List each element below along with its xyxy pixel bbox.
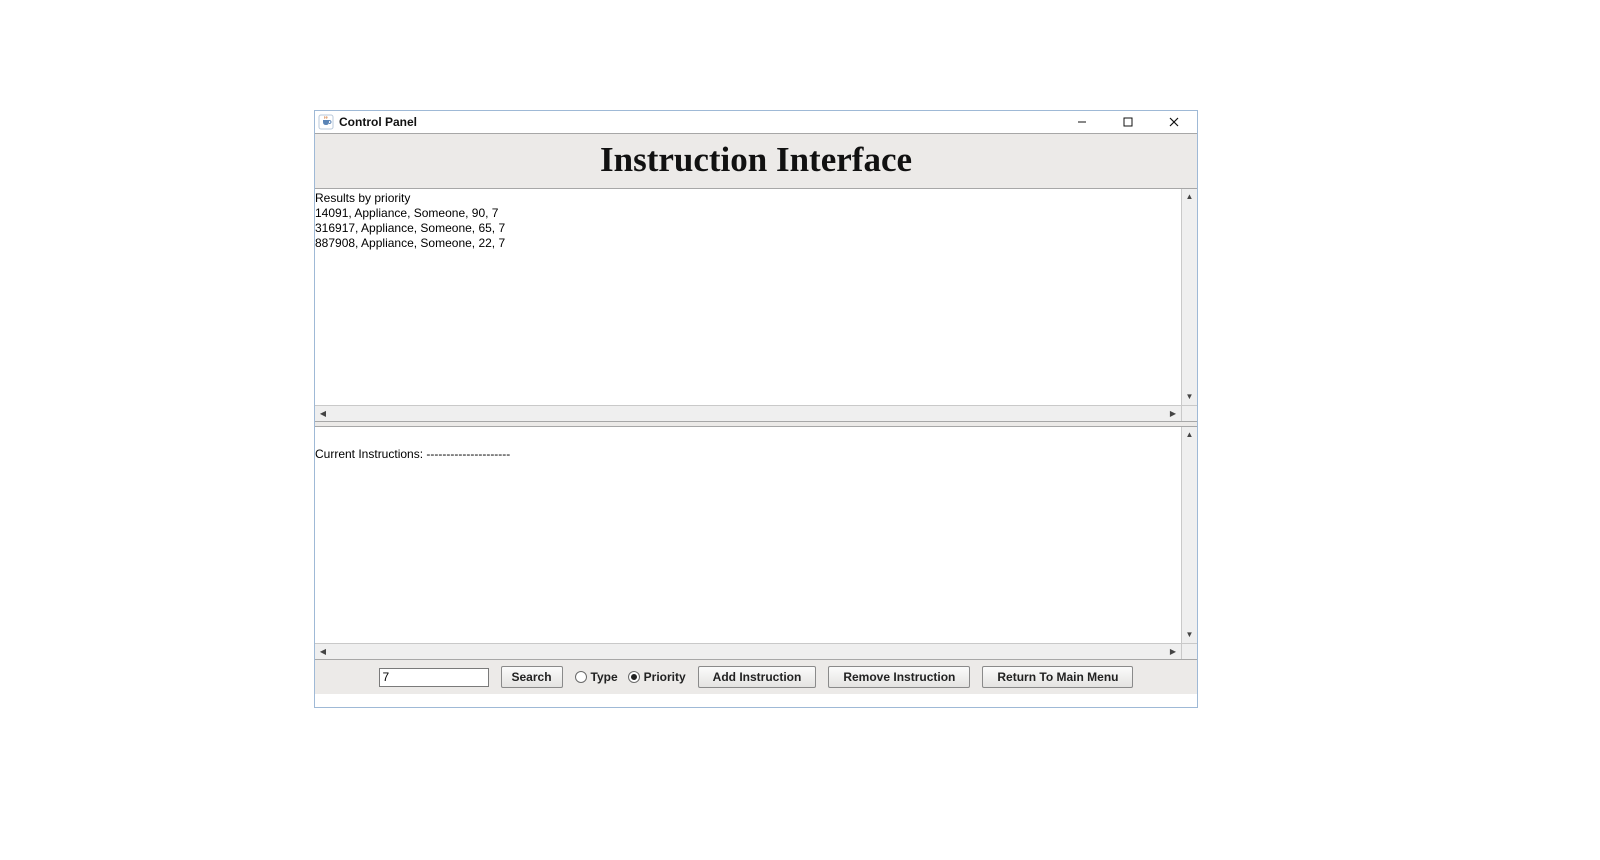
scroll-corner bbox=[1181, 405, 1197, 421]
return-to-main-menu-button[interactable]: Return To Main Menu bbox=[982, 666, 1133, 688]
scroll-down-icon[interactable]: ▼ bbox=[1182, 627, 1197, 643]
results-textarea[interactable]: Results by priority 14091, Appliance, So… bbox=[315, 189, 1181, 405]
radio-type-dot bbox=[575, 671, 587, 683]
minimize-button[interactable] bbox=[1059, 111, 1105, 133]
scroll-right-icon[interactable]: ▶ bbox=[1165, 406, 1181, 421]
maximize-button[interactable] bbox=[1105, 111, 1151, 133]
scroll-corner bbox=[1181, 643, 1197, 659]
add-instruction-button[interactable]: Add Instruction bbox=[698, 666, 817, 688]
radio-type[interactable]: Type bbox=[575, 670, 618, 684]
radio-priority-label: Priority bbox=[644, 670, 686, 684]
instructions-vertical-scrollbar[interactable]: ▲ ▼ bbox=[1181, 427, 1197, 643]
scroll-up-icon[interactable]: ▲ bbox=[1182, 189, 1197, 205]
scroll-left-icon[interactable]: ◀ bbox=[315, 644, 331, 659]
scroll-left-icon[interactable]: ◀ bbox=[315, 406, 331, 421]
close-button[interactable] bbox=[1151, 111, 1197, 133]
heading-panel: Instruction Interface bbox=[315, 133, 1197, 189]
scroll-up-icon[interactable]: ▲ bbox=[1182, 427, 1197, 443]
control-bar: Search Type Priority Add Instruction Rem… bbox=[315, 659, 1197, 694]
scroll-down-icon[interactable]: ▼ bbox=[1182, 389, 1197, 405]
results-scrollpane: Results by priority 14091, Appliance, So… bbox=[315, 189, 1197, 421]
instructions-scrollpane: Current Instructions: ------------------… bbox=[315, 427, 1197, 659]
scroll-right-icon[interactable]: ▶ bbox=[1165, 644, 1181, 659]
radio-priority-dot bbox=[628, 671, 640, 683]
search-input[interactable] bbox=[379, 668, 489, 687]
instructions-textarea[interactable]: Current Instructions: ------------------… bbox=[315, 427, 1181, 643]
page-title: Instruction Interface bbox=[600, 140, 912, 179]
radio-type-label: Type bbox=[591, 670, 618, 684]
window-title: Control Panel bbox=[339, 115, 417, 129]
titlebar-controls bbox=[1059, 111, 1197, 133]
titlebar: Control Panel bbox=[315, 111, 1197, 133]
radio-priority[interactable]: Priority bbox=[628, 670, 686, 684]
results-vertical-scrollbar[interactable]: ▲ ▼ bbox=[1181, 189, 1197, 405]
search-mode-radio-group: Type Priority bbox=[575, 670, 686, 684]
search-button[interactable]: Search bbox=[501, 666, 563, 688]
java-cup-icon bbox=[318, 114, 334, 130]
results-horizontal-scrollbar[interactable]: ◀ ▶ bbox=[315, 405, 1181, 421]
instructions-horizontal-scrollbar[interactable]: ◀ ▶ bbox=[315, 643, 1181, 659]
app-window: Control Panel Instruction Interface Resu… bbox=[314, 110, 1198, 708]
remove-instruction-button[interactable]: Remove Instruction bbox=[828, 666, 970, 688]
